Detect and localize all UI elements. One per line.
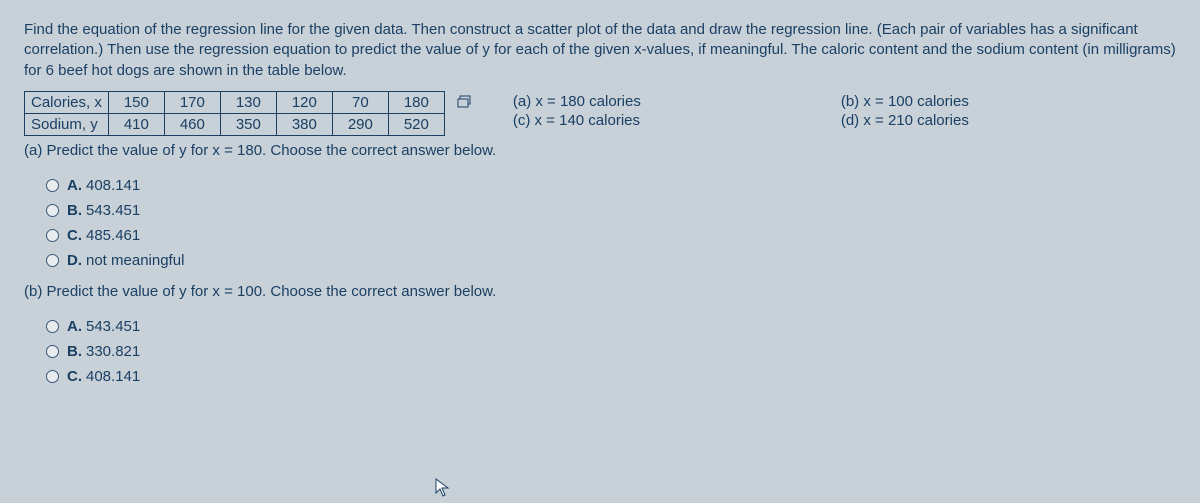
option-text: 485.461 [86, 227, 140, 244]
row-header-sodium: Sodium, y [25, 113, 109, 135]
data-table: Calories, x 150 170 130 120 70 180 Sodiu… [24, 91, 445, 136]
cell: 180 [388, 91, 444, 113]
cursor-icon [435, 478, 451, 502]
option-b-A[interactable]: A.543.451 [46, 318, 1176, 335]
option-text: 408.141 [86, 368, 140, 385]
option-text: 543.451 [86, 202, 140, 219]
option-a-B[interactable]: B.543.451 [46, 202, 1176, 219]
x-value-d: (d) x = 210 calories [841, 112, 969, 129]
xvals-col-left: (a) x = 180 calories (c) x = 140 calorie… [513, 93, 641, 129]
x-value-c: (c) x = 140 calories [513, 112, 641, 129]
cell: 290 [332, 113, 388, 135]
question-a-prompt: (a) Predict the value of y for x = 180. … [24, 142, 1176, 159]
copy-table-icon[interactable] [457, 95, 473, 113]
data-row: Calories, x 150 170 130 120 70 180 Sodiu… [24, 91, 1176, 136]
x-value-a: (a) x = 180 calories [513, 93, 641, 110]
row-header-calories: Calories, x [25, 91, 109, 113]
cell: 460 [164, 113, 220, 135]
radio-icon[interactable] [46, 345, 59, 358]
option-letter: A. [67, 318, 82, 335]
table-row: Calories, x 150 170 130 120 70 180 [25, 91, 445, 113]
cell: 410 [108, 113, 164, 135]
option-letter: C. [67, 227, 82, 244]
radio-icon[interactable] [46, 229, 59, 242]
option-a-A[interactable]: A.408.141 [46, 177, 1176, 194]
x-value-b: (b) x = 100 calories [841, 93, 969, 110]
cell: 70 [332, 91, 388, 113]
question-intro: Find the equation of the regression line… [24, 20, 1176, 81]
option-a-D[interactable]: D.not meaningful [46, 252, 1176, 269]
option-letter: D. [67, 252, 82, 269]
option-text: not meaningful [86, 252, 184, 269]
option-letter: B. [67, 343, 82, 360]
cell: 520 [388, 113, 444, 135]
question-b-prompt: (b) Predict the value of y for x = 100. … [24, 283, 1176, 300]
radio-icon[interactable] [46, 204, 59, 217]
option-letter: A. [67, 177, 82, 194]
radio-icon[interactable] [46, 179, 59, 192]
radio-icon[interactable] [46, 370, 59, 383]
cell: 380 [276, 113, 332, 135]
cell: 120 [276, 91, 332, 113]
option-letter: B. [67, 202, 82, 219]
option-text: 330.821 [86, 343, 140, 360]
question-a-options: A.408.141 B.543.451 C.485.461 D.not mean… [24, 177, 1176, 269]
option-text: 543.451 [86, 318, 140, 335]
cell: 350 [220, 113, 276, 135]
option-text: 408.141 [86, 177, 140, 194]
option-b-B[interactable]: B.330.821 [46, 343, 1176, 360]
given-x-values: (a) x = 180 calories (c) x = 140 calorie… [513, 93, 969, 129]
cell: 150 [108, 91, 164, 113]
xvals-col-right: (b) x = 100 calories (d) x = 210 calorie… [841, 93, 969, 129]
option-b-C[interactable]: C.408.141 [46, 368, 1176, 385]
radio-icon[interactable] [46, 320, 59, 333]
table-row: Sodium, y 410 460 350 380 290 520 [25, 113, 445, 135]
option-letter: C. [67, 368, 82, 385]
option-a-C[interactable]: C.485.461 [46, 227, 1176, 244]
radio-icon[interactable] [46, 254, 59, 267]
cell: 170 [164, 91, 220, 113]
question-b-options: A.543.451 B.330.821 C.408.141 [24, 318, 1176, 385]
cell: 130 [220, 91, 276, 113]
